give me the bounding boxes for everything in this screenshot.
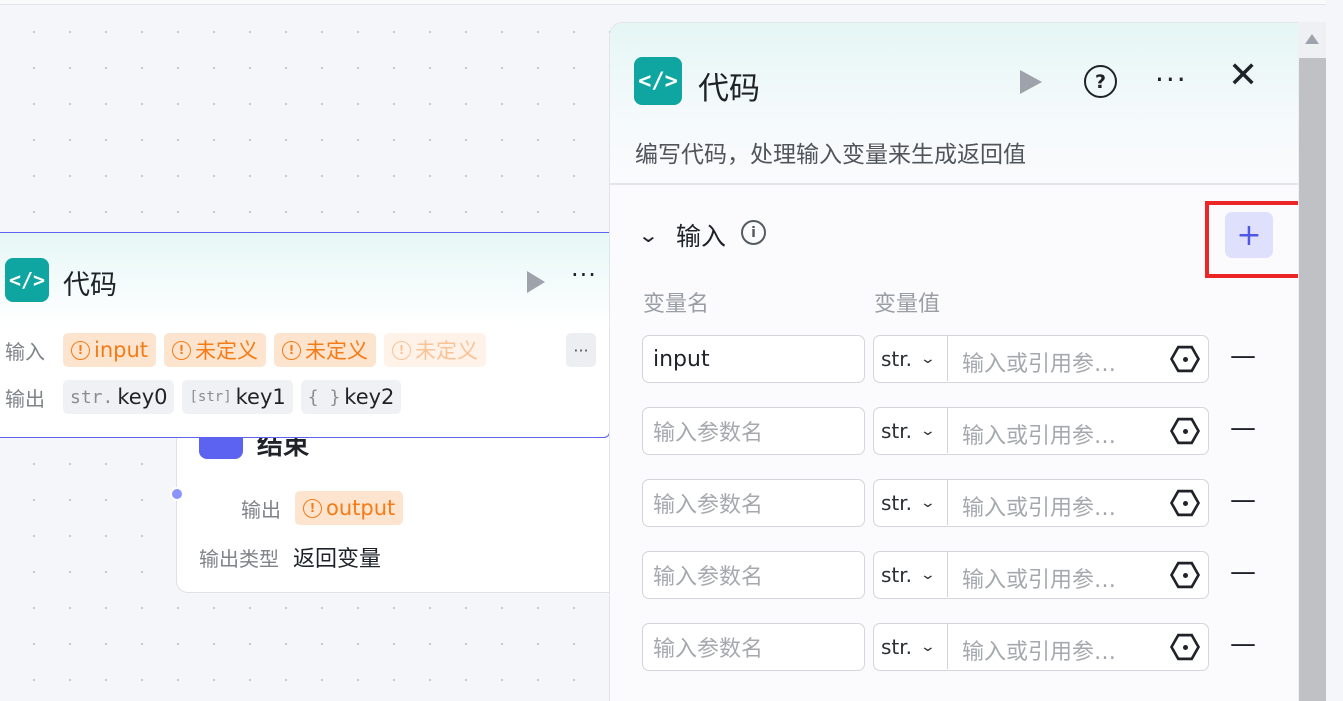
- code-node-title: 代码: [63, 270, 117, 301]
- type-select-label: str.: [881, 346, 913, 371]
- code-icon: </>: [634, 57, 682, 105]
- variable-row: input str. ⌄ 输入或引用参… —: [642, 335, 1282, 383]
- output-tag-label: key2: [344, 385, 395, 409]
- warning-icon: !: [392, 340, 412, 360]
- output-tag-label: key1: [235, 385, 286, 409]
- type-select-label: str.: [881, 418, 913, 443]
- remove-row-button[interactable]: —: [1230, 557, 1256, 587]
- panel-title: 代码: [698, 71, 760, 107]
- param-value-group: str. ⌄ 输入或引用参…: [873, 407, 1209, 455]
- param-name-input[interactable]: 输入参数名: [642, 551, 865, 599]
- input-tag[interactable]: ! 未定义: [384, 333, 487, 367]
- section-title-input[interactable]: 输入: [676, 217, 726, 253]
- code-node[interactable]: </> 代码 ··· 输入 ! input ! 未定义 ! 未定义 ! 未定义 输出 s…: [0, 232, 610, 438]
- info-icon[interactable]: i: [741, 220, 766, 245]
- warning-icon: !: [172, 340, 192, 360]
- scroll-up-icon[interactable]: [1305, 34, 1319, 44]
- param-value-input[interactable]: 输入或引用参…: [962, 562, 1116, 594]
- end-output-label: 输出: [241, 497, 281, 522]
- variable-row: 输入参数名 str. ⌄ 输入或引用参… —: [642, 623, 1282, 671]
- chevron-down-icon: ⌄: [919, 350, 937, 367]
- end-output-tag[interactable]: ! output: [295, 491, 404, 525]
- param-name-input[interactable]: 输入参数名: [642, 407, 865, 455]
- input-tag-label: 未定义: [195, 339, 259, 363]
- variable-row: 输入参数名 str. ⌄ 输入或引用参… —: [642, 551, 1282, 599]
- right-edge: [1326, 0, 1343, 701]
- input-port[interactable]: [170, 487, 184, 501]
- reference-icon[interactable]: [1170, 633, 1200, 661]
- input-tag-label: 未定义: [415, 339, 479, 363]
- type-str-icon: str.: [70, 386, 114, 408]
- run-icon[interactable]: [527, 271, 545, 293]
- code-input-label: 输入: [5, 339, 45, 364]
- output-tag[interactable]: [str] key1: [182, 380, 293, 414]
- input-tag[interactable]: ! input: [63, 333, 157, 367]
- close-icon[interactable]: ✕: [1228, 55, 1258, 96]
- input-tag-label: 未定义: [305, 339, 369, 363]
- param-value-input[interactable]: 输入或引用参…: [962, 418, 1116, 450]
- type-select-label: str.: [881, 634, 913, 659]
- code-settings-panel: </> 代码 ? ··· ✕ 编写代码，处理输入变量来生成返回值 ⌄ 输入 i …: [609, 22, 1299, 701]
- param-value-group: str. ⌄ 输入或引用参…: [873, 551, 1209, 599]
- reference-icon[interactable]: [1170, 561, 1200, 589]
- param-value-group: str. ⌄ 输入或引用参…: [873, 335, 1209, 383]
- help-icon[interactable]: ?: [1084, 65, 1117, 98]
- variable-row: 输入参数名 str. ⌄ 输入或引用参… —: [642, 479, 1282, 527]
- warning-icon: !: [303, 498, 322, 518]
- type-select[interactable]: str. ⌄: [874, 408, 948, 453]
- code-output-label: 输出: [5, 386, 45, 411]
- reference-icon[interactable]: [1170, 417, 1200, 445]
- chevron-down-icon: ⌄: [919, 422, 937, 439]
- param-value-input[interactable]: 输入或引用参…: [962, 346, 1116, 378]
- reference-icon[interactable]: [1170, 489, 1200, 517]
- input-tag-label: input: [94, 338, 149, 362]
- type-select-label: str.: [881, 490, 913, 515]
- chevron-down-icon[interactable]: ⌄: [637, 223, 659, 247]
- warning-icon: !: [71, 340, 90, 360]
- remove-row-button[interactable]: —: [1230, 341, 1256, 371]
- warning-icon: !: [282, 340, 302, 360]
- param-name-input[interactable]: 输入参数名: [642, 623, 865, 671]
- type-select[interactable]: str. ⌄: [874, 552, 948, 597]
- scrollbar-thumb[interactable]: [1299, 58, 1326, 701]
- type-object-icon: { }: [307, 386, 341, 408]
- run-icon[interactable]: [1020, 70, 1042, 94]
- type-select[interactable]: str. ⌄: [874, 480, 948, 525]
- type-select[interactable]: str. ⌄: [874, 624, 948, 669]
- output-tag[interactable]: { } key2: [300, 380, 402, 414]
- column-header-name: 变量名: [643, 292, 710, 317]
- end-output-type-label: 输出类型: [199, 546, 279, 571]
- more-options-icon[interactable]: ···: [1155, 63, 1188, 96]
- chevron-down-icon: ⌄: [919, 494, 937, 511]
- more-options-icon[interactable]: ···: [571, 261, 597, 289]
- param-name-input[interactable]: 输入参数名: [642, 479, 865, 527]
- more-inputs-button[interactable]: ···: [566, 333, 596, 367]
- type-array-icon: [str]: [189, 389, 232, 405]
- type-select-label: str.: [881, 562, 913, 587]
- input-tag[interactable]: ! 未定义: [164, 333, 267, 367]
- remove-row-button[interactable]: —: [1230, 413, 1256, 443]
- output-tag[interactable]: str. key0: [63, 380, 175, 414]
- remove-row-button[interactable]: —: [1230, 485, 1256, 515]
- end-output-type-value: 返回变量: [293, 547, 382, 572]
- remove-row-button[interactable]: —: [1230, 629, 1256, 659]
- code-icon: </>: [5, 258, 49, 302]
- param-name-input[interactable]: input: [642, 335, 865, 383]
- highlight-box: [1205, 201, 1313, 278]
- variable-row: 输入参数名 str. ⌄ 输入或引用参… —: [642, 407, 1282, 455]
- param-value-input[interactable]: 输入或引用参…: [962, 634, 1116, 666]
- input-tag[interactable]: ! 未定义: [274, 333, 377, 367]
- param-value-input[interactable]: 输入或引用参…: [962, 490, 1116, 522]
- end-output-tag-label: output: [326, 496, 396, 520]
- chevron-down-icon: ⌄: [919, 638, 937, 655]
- output-tag-label: key0: [117, 385, 168, 409]
- param-value-group: str. ⌄ 输入或引用参…: [873, 623, 1209, 671]
- panel-description: 编写代码，处理输入变量来生成返回值: [635, 142, 1026, 168]
- reference-icon[interactable]: [1170, 345, 1200, 373]
- type-select[interactable]: str. ⌄: [874, 336, 948, 381]
- top-border: [0, 0, 1343, 5]
- column-header-value: 变量值: [874, 292, 941, 317]
- param-value-group: str. ⌄ 输入或引用参…: [873, 479, 1209, 527]
- chevron-down-icon: ⌄: [919, 566, 937, 583]
